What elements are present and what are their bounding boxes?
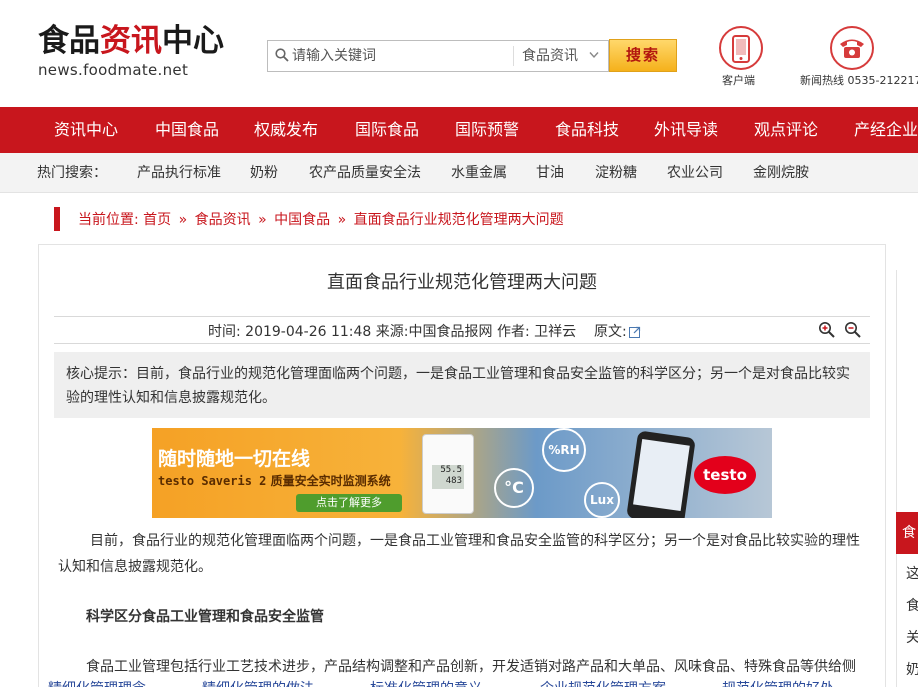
client-label: 客户端 [722,74,755,87]
meta-time: 2019-04-26 11:48 [245,324,372,340]
hot-search-link[interactable]: 水重金属 [451,153,507,193]
site-logo[interactable]: 食品资讯中心 news.foodmate.net [38,22,228,79]
logo-chinese: 食品资讯中心 [38,23,224,59]
zoom-in-icon[interactable] [818,321,836,339]
sidebar-edge [896,270,918,687]
nav-item-official-release[interactable]: 权威发布 [254,107,318,153]
article-subheading: 科学区分食品工业管理和食品安全监管 [86,609,324,625]
nav-item-foreign-digest[interactable]: 外讯导读 [654,107,718,153]
hot-search-link[interactable]: 农业公司 [667,153,723,193]
banner-learn-more-button[interactable]: 点击了解更多 [296,494,402,512]
nav-item-international-food[interactable]: 国际食品 [355,107,419,153]
sidebar-link[interactable]: 关 [906,627,918,647]
search-input[interactable] [292,41,512,71]
breadcrumb-link-food-news[interactable]: 食品资讯 [195,212,251,228]
hot-search-link[interactable]: 甘油 [536,153,564,193]
breadcrumb-link-china-food[interactable]: 中国食品 [274,212,330,228]
zoom-out-icon[interactable] [844,321,862,339]
related-link[interactable]: 企业规范化管理方案 [540,678,666,687]
ad-banner[interactable]: 随时随地一切在线 testo Saveris 2 质量安全实时监测系统 点击了解… [152,428,772,518]
search-divider [513,46,514,66]
search-category-select[interactable]: 食品资讯 [522,41,578,71]
main-nav: 资讯中心 中国食品 权威发布 国际食品 国际预警 食品科技 外讯导读 观点评论 … [0,107,918,153]
chevron-down-icon [589,52,599,59]
banner-subline: testo Saveris 2 质量安全实时监测系统 [158,474,391,488]
humidity-bubble: %RH [542,428,586,472]
breadcrumb-current[interactable]: 直面食品行业规范化管理两大问题 [354,212,564,228]
testo-logo: testo [694,456,756,494]
nav-item-food-tech[interactable]: 食品科技 [555,107,619,153]
breadcrumb-marker [54,207,60,231]
related-link[interactable]: 规范化管理的好处 [722,678,834,687]
phone-image [626,430,696,518]
hot-search-link[interactable]: 农产品质量安全法 [309,153,421,193]
article-meta-text: 时间: 2019-04-26 11:48 来源:中国食品报网 作者: 卫祥云 原… [208,321,641,341]
mobile-phone-icon [732,35,750,63]
nav-item-china-food[interactable]: 中国食品 [155,107,219,153]
hot-search-link[interactable]: 产品执行标准 [137,153,221,193]
meta-author-label: 作者: [496,324,530,340]
lux-bubble: Lux [584,482,620,518]
hot-search-bar: 热门搜索： 产品执行标准 奶粉 农产品质量安全法 水重金属 甘油 淀粉糖 农业公… [0,153,918,193]
nav-item-news-center[interactable]: 资讯中心 [54,107,118,153]
meta-source-label: 来源: [375,324,409,340]
logo-domain: news.foodmate.net [38,61,189,79]
article-summary: 核心提示：目前，食品行业的规范化管理面临两个问题，一是食品工业管理和食品安全监管… [54,352,870,418]
meta-original-label: 原文: [593,324,627,340]
meta-author: 卫祥云 [534,324,577,340]
article-paragraph: 目前，食品行业的规范化管理面临两个问题，一是食品工业管理和食品安全监管的科学区分… [58,533,860,575]
article-title: 直面食品行业规范化管理两大问题 [327,272,597,293]
nav-item-international-alert[interactable]: 国际预警 [455,107,519,153]
related-link[interactable]: 标准化管理的意义 [370,678,482,687]
breadcrumb-separator: » [258,212,267,228]
nav-item-industry[interactable]: 产经企业 [854,107,918,153]
external-link-icon[interactable] [628,326,641,338]
nav-item-opinion[interactable]: 观点评论 [754,107,818,153]
search-icon [275,48,289,62]
sidebar-tab[interactable]: 食 [896,512,918,554]
sidebar-link[interactable]: 食 [906,595,918,615]
news-hotline: 新闻热线 0535-2122172 [798,26,918,87]
breadcrumb-separator: » [337,212,347,228]
meta-time-label: 时间: [208,324,241,340]
data-logger-image: 55.5 483 [422,434,474,514]
breadcrumb-link-home[interactable]: 首页 [143,212,171,228]
breadcrumb: 当前位置: 首页 » 食品资讯 » 中国食品 » 直面食品行业规范化管理两大问题 [78,209,564,229]
sidebar-link[interactable]: 这 [906,563,918,583]
temperature-bubble: °C [494,468,534,508]
related-link[interactable]: 精细化管理的做法 [202,678,314,687]
article-meta: 时间: 2019-04-26 11:48 来源:中国食品报网 作者: 卫祥云 原… [54,316,870,344]
telephone-icon [840,39,864,58]
phone-screen [633,439,690,512]
search-button[interactable]: 搜索 [609,39,677,72]
hot-search-link[interactable]: 奶粉 [250,153,278,193]
data-logger-screen: 55.5 483 [432,465,464,489]
banner-headline: 随时随地一切在线 [158,448,311,470]
breadcrumb-separator: » [178,212,188,228]
hot-search-link[interactable]: 淀粉糖 [595,153,637,193]
related-links-strip: 精细化管理理念 精细化管理的做法 标准化管理的意义 企业规范化管理方案 规范化管… [0,676,918,687]
breadcrumb-label: 当前位置: [78,212,139,228]
client-app-link[interactable]: 客户端 [716,26,766,87]
hot-search-label: 热门搜索： [37,165,107,181]
related-link[interactable]: 精细化管理理念 [48,678,146,687]
search-box: 食品资讯 [267,40,609,72]
hotline-text: 新闻热线 0535-2122172 [800,74,918,87]
hot-search-link[interactable]: 金刚烷胺 [753,153,809,193]
meta-source: 中国食品报网 [408,324,493,340]
